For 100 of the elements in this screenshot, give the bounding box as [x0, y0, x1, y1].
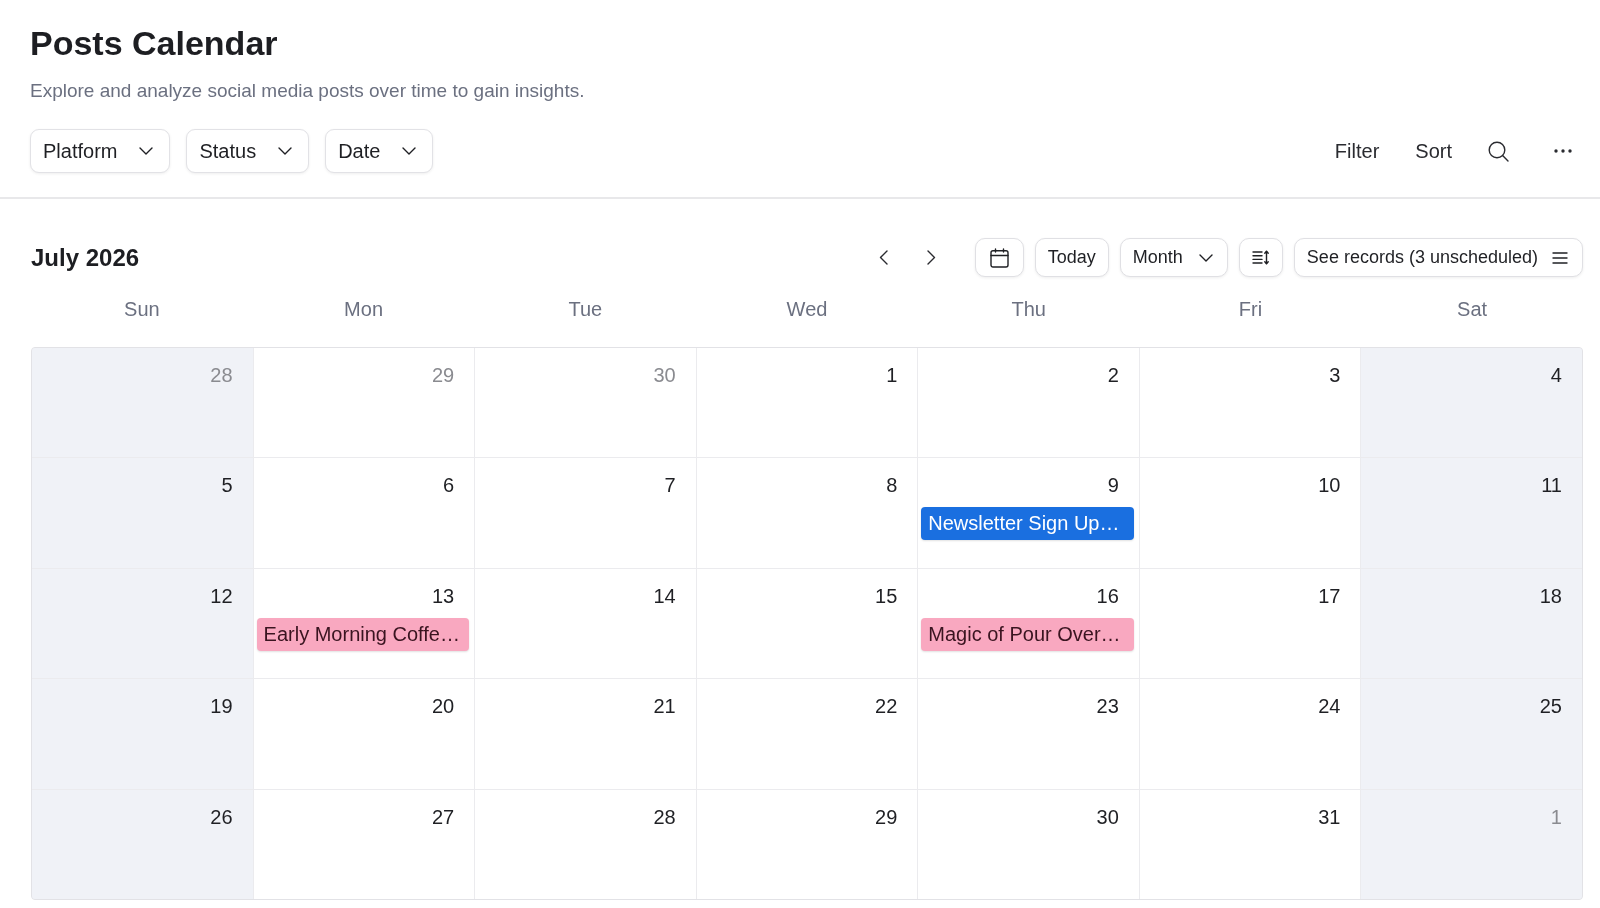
calendar-day-cell[interactable]: 13 Early Morning Coffe…	[253, 568, 475, 679]
text-button[interactable]: Sort	[1415, 139, 1452, 163]
calendar-day-cell[interactable]: 10	[1139, 458, 1361, 568]
calendar-day-cell[interactable]: 16 Magic of Pour Over…	[918, 568, 1139, 679]
weekday-label: Sun	[124, 297, 160, 321]
calendar-day-cell[interactable]: 29	[696, 789, 918, 899]
day-number: 31	[1318, 804, 1341, 830]
weekday-label: Tue	[568, 297, 603, 321]
view-dropdown[interactable]: Month	[1119, 238, 1228, 277]
calendar-day-cell[interactable]: 31	[1139, 789, 1361, 899]
day-number: 3	[1329, 363, 1341, 388]
calendar-day-cell[interactable]: 3	[1139, 348, 1361, 458]
chevron-down-icon	[1198, 253, 1213, 262]
filter-dropdown[interactable]: Status	[186, 129, 310, 173]
lines-arrow-icon	[1252, 250, 1270, 265]
today-button[interactable]: Today	[1034, 238, 1109, 277]
chevron-down-icon	[278, 147, 293, 155]
event-chip[interactable]: Magic of Pour Over…	[921, 617, 1134, 651]
day-number: 14	[653, 583, 676, 609]
menu-icon	[1552, 251, 1568, 264]
text-button[interactable]: Filter	[1334, 139, 1380, 163]
calendar-day-cell[interactable]: 8	[696, 458, 918, 568]
day-number: 11	[1541, 473, 1562, 499]
calendar-day-cell[interactable]: 7	[475, 458, 696, 568]
day-number: 10	[1318, 473, 1341, 499]
calendar-day-cell[interactable]: 6	[253, 458, 475, 568]
day-number: 22	[875, 694, 898, 720]
filter-dropdown[interactable]: Date	[325, 129, 434, 173]
calendar-day-cell[interactable]: 25	[1361, 679, 1582, 789]
calendar-day-cell[interactable]: 18	[1361, 568, 1582, 679]
page-subtitle: Explore and analyze social media posts over time to gain insights.	[30, 79, 585, 103]
day-number: 30	[653, 363, 676, 388]
calendar-day-cell[interactable]: 20	[253, 679, 475, 789]
calendar-day-cell[interactable]: 24	[1139, 679, 1361, 789]
calendar-day-cell[interactable]: 12	[32, 568, 253, 679]
calendar-day-cell[interactable]: 1	[696, 348, 918, 458]
chevron-right-icon[interactable]	[926, 250, 936, 265]
page-title: Posts Calendar	[30, 23, 278, 64]
calendar-day-cell[interactable]: 4	[1361, 348, 1582, 458]
day-number: 15	[875, 583, 898, 609]
event-chip[interactable]: Early Morning Coffe…	[256, 617, 470, 651]
day-number: 6	[443, 473, 455, 499]
day-number: 24	[1318, 694, 1341, 720]
calendar-day-cell[interactable]: 19	[32, 679, 253, 789]
day-number: 18	[1539, 583, 1562, 609]
weekday-label: Sat	[1457, 297, 1488, 321]
calendar-day-cell[interactable]: 30	[918, 789, 1139, 899]
day-number: 28	[210, 363, 233, 388]
calendar-day-cell[interactable]: 27	[253, 789, 475, 899]
weekday-label: Fri	[1238, 297, 1263, 321]
day-number: 12	[210, 583, 233, 609]
calendar-button[interactable]	[974, 238, 1024, 277]
day-number: 29	[875, 804, 898, 830]
calendar-day-cell[interactable]: 21	[475, 679, 696, 789]
weekday-label: Mon	[344, 297, 383, 321]
day-number: 25	[1539, 694, 1562, 720]
day-number: 16	[1096, 583, 1119, 609]
day-number: 26	[210, 804, 233, 830]
chevron-down-icon	[402, 147, 417, 155]
see-records-button[interactable]: See records (3 unscheduled)	[1293, 238, 1583, 277]
day-number: 4	[1550, 363, 1562, 388]
day-number: 21	[653, 694, 676, 720]
day-number: 1	[1550, 804, 1562, 830]
day-number: 20	[431, 694, 455, 720]
calendar-day-cell[interactable]: 23	[918, 679, 1139, 789]
filter-dropdown[interactable]: Platform	[30, 129, 171, 173]
day-number: 9	[1107, 473, 1119, 499]
calendar-icon	[989, 247, 1009, 268]
calendar-day-cell[interactable]: 14	[475, 568, 696, 679]
day-number: 29	[431, 363, 455, 388]
day-number: 8	[886, 473, 898, 499]
month-title: July 2026	[31, 243, 140, 272]
chevron-down-icon	[139, 147, 154, 155]
day-number: 17	[1318, 583, 1341, 609]
calendar-day-cell[interactable]: 17	[1139, 568, 1361, 679]
weekday-label: Wed	[786, 297, 828, 321]
day-number: 30	[1096, 804, 1119, 830]
day-number: 23	[1096, 694, 1119, 720]
day-number: 7	[664, 473, 676, 499]
weekday-label: Thu	[1011, 297, 1046, 321]
more-icon[interactable]	[1554, 149, 1572, 153]
calendar-day-cell[interactable]: 28	[475, 789, 696, 899]
calendar-day-cell[interactable]: 15	[696, 568, 918, 679]
day-number: 19	[210, 694, 233, 720]
day-number: 28	[653, 804, 676, 830]
calendar-day-cell[interactable]: 5	[32, 458, 253, 568]
calendar-day-cell[interactable]: 22	[696, 679, 918, 789]
calendar-day-cell[interactable]: 26	[32, 789, 253, 899]
day-number: 2	[1107, 363, 1119, 388]
day-number: 13	[431, 583, 455, 609]
calendar-day-cell[interactable]: 9 Newsletter Sign Up…	[918, 458, 1139, 568]
day-number: 1	[886, 363, 898, 388]
list-options-button[interactable]	[1238, 238, 1283, 277]
day-number: 27	[431, 804, 455, 830]
day-number: 5	[221, 473, 233, 499]
search-icon[interactable]	[1488, 140, 1509, 162]
calendar-day-cell[interactable]: 11	[1361, 458, 1582, 568]
event-chip[interactable]: Newsletter Sign Up…	[921, 507, 1134, 541]
chevron-left-icon[interactable]	[878, 250, 888, 265]
calendar-day-cell[interactable]: 2	[918, 348, 1139, 458]
